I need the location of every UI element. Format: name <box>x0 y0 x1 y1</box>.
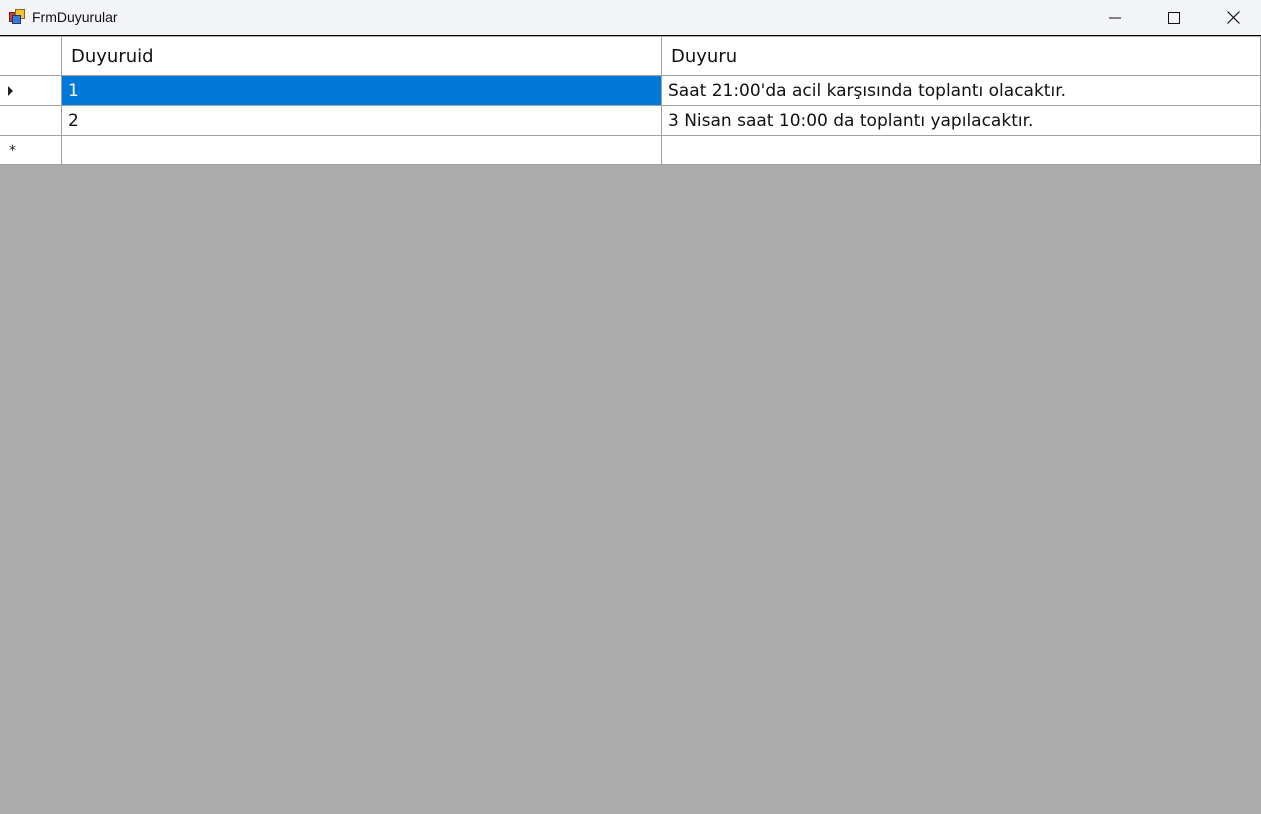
grid-header-row: Duyuruid Duyuru <box>0 37 1261 76</box>
window-title: FrmDuyurular <box>32 9 118 25</box>
frm-duyurular-window: FrmDuyurular Duyuruid Duyuru 1 Saat 21:0… <box>0 0 1261 814</box>
app-icon <box>9 9 25 24</box>
cell-duyuruid[interactable]: 1 <box>62 76 662 106</box>
duyurular-data-grid[interactable]: Duyuruid Duyuru 1 Saat 21:00'da acil kar… <box>0 37 1261 165</box>
row-header[interactable] <box>0 76 62 106</box>
title-bar[interactable]: FrmDuyurular <box>0 0 1261 36</box>
current-row-arrow-icon <box>8 86 13 96</box>
new-row-asterisk-icon: * <box>9 143 16 159</box>
cell-duyuruid[interactable]: 2 <box>62 106 662 136</box>
new-table-row[interactable]: * <box>0 136 1261 165</box>
cell-duyuru[interactable]: 3 Nisan saat 10:00 da toplantı yapılacak… <box>662 106 1261 136</box>
row-header[interactable]: * <box>0 136 62 165</box>
table-row[interactable]: 2 3 Nisan saat 10:00 da toplantı yapılac… <box>0 106 1261 136</box>
close-button[interactable] <box>1204 0 1261 35</box>
table-row[interactable]: 1 Saat 21:00'da acil karşısında toplantı… <box>0 76 1261 106</box>
maximize-icon <box>1168 11 1180 24</box>
maximize-button[interactable] <box>1145 0 1203 35</box>
minimize-button[interactable] <box>1086 0 1144 35</box>
cell-duyuru[interactable]: Saat 21:00'da acil karşısında toplantı o… <box>662 76 1261 106</box>
grid-empty-background <box>0 165 1261 814</box>
cell-duyuruid[interactable] <box>62 136 662 165</box>
close-icon <box>1226 11 1240 24</box>
column-header-duyuru[interactable]: Duyuru <box>662 37 1261 76</box>
minimize-icon <box>1109 17 1121 18</box>
top-left-header-cell[interactable] <box>0 37 62 76</box>
column-header-duyuruid[interactable]: Duyuruid <box>62 37 662 76</box>
cell-duyuru[interactable] <box>662 136 1261 165</box>
row-header[interactable] <box>0 106 62 136</box>
